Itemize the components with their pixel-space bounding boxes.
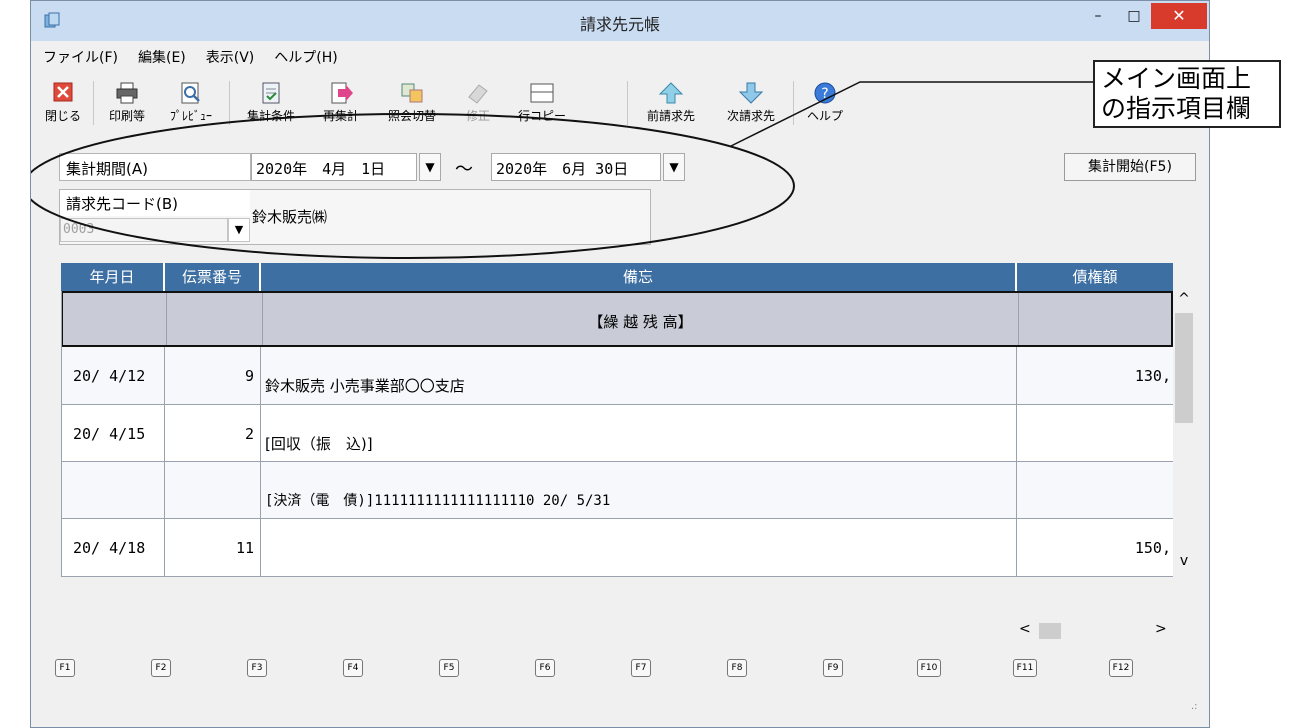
callout-box: メイン画面上 の指示項目欄	[1093, 60, 1281, 128]
callout-line-1: メイン画面上	[1101, 64, 1252, 93]
callout-line-2: の指示項目欄	[1101, 94, 1252, 123]
